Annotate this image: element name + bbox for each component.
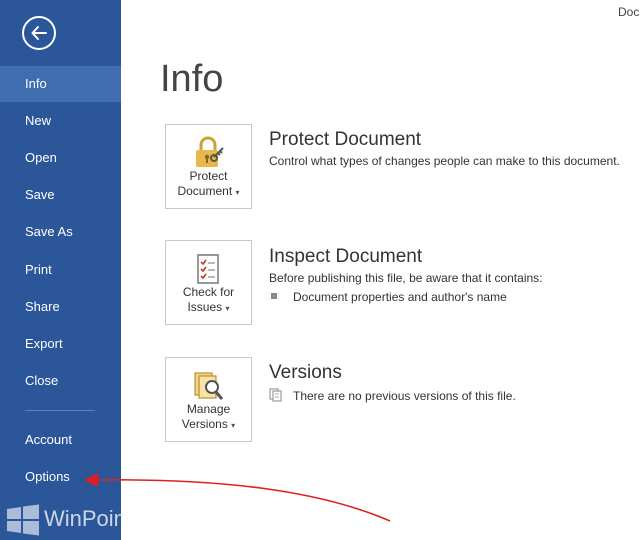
chevron-down-icon: ▾: [235, 188, 240, 197]
chevron-down-icon: ▾: [225, 304, 230, 313]
bullet-icon: [271, 293, 277, 299]
sidebar-item-open[interactable]: Open: [0, 140, 121, 176]
document-magnifier-icon: [194, 372, 224, 400]
sidebar-item-save-as[interactable]: Save As: [0, 214, 121, 250]
sidebar-item-account[interactable]: Account: [0, 422, 121, 458]
manage-versions-label: Manage Versions ▾: [181, 402, 236, 431]
protect-document-button[interactable]: Protect Document ▾: [165, 124, 252, 209]
check-for-issues-label: Check for Issues ▾: [182, 285, 235, 314]
manage-versions-button[interactable]: Manage Versions ▾: [165, 357, 252, 442]
checklist-inspect-icon: [197, 254, 219, 284]
protect-document-description: Control what types of changes people can…: [269, 154, 620, 168]
page-title: Info: [160, 58, 224, 100]
sidebar-item-info[interactable]: Info: [0, 66, 121, 102]
sidebar-item-new[interactable]: New: [0, 103, 121, 139]
protect-document-label: Protect Document ▾: [177, 169, 240, 198]
sidebar-item-options[interactable]: Options: [0, 459, 121, 495]
watermark-text: WinPoin: [44, 506, 126, 531]
sidebar-item-save[interactable]: Save: [0, 177, 121, 213]
inspect-document-heading: Inspect Document: [269, 246, 423, 267]
sidebar-item-export[interactable]: Export: [0, 326, 121, 362]
sidebar-divider: [25, 410, 95, 411]
backstage-sidebar: Info New Open Save Save As Print Share E…: [0, 0, 126, 540]
back-arrow-icon: [31, 26, 47, 40]
lock-key-icon: [196, 136, 224, 167]
sidebar-item-print[interactable]: Print: [0, 252, 121, 288]
versions-heading: Versions: [269, 362, 342, 383]
inspect-document-bullet: Document properties and author's name: [293, 290, 507, 304]
windows-logo-icon: [7, 504, 39, 536]
window-title: Doc: [618, 5, 640, 19]
check-for-issues-button[interactable]: Check for Issues ▾: [165, 240, 252, 325]
sidebar-item-share[interactable]: Share: [0, 289, 121, 325]
protect-document-heading: Protect Document: [269, 129, 422, 150]
versions-note: There are no previous versions of this f…: [293, 389, 516, 403]
back-button[interactable]: [22, 16, 56, 50]
watermark: WinPoin: [4, 502, 126, 540]
chevron-down-icon: ▾: [231, 421, 236, 430]
sidebar-item-close[interactable]: Close: [0, 363, 121, 399]
inspect-document-description: Before publishing this file, be aware th…: [269, 271, 543, 285]
document-icon: [269, 388, 282, 402]
